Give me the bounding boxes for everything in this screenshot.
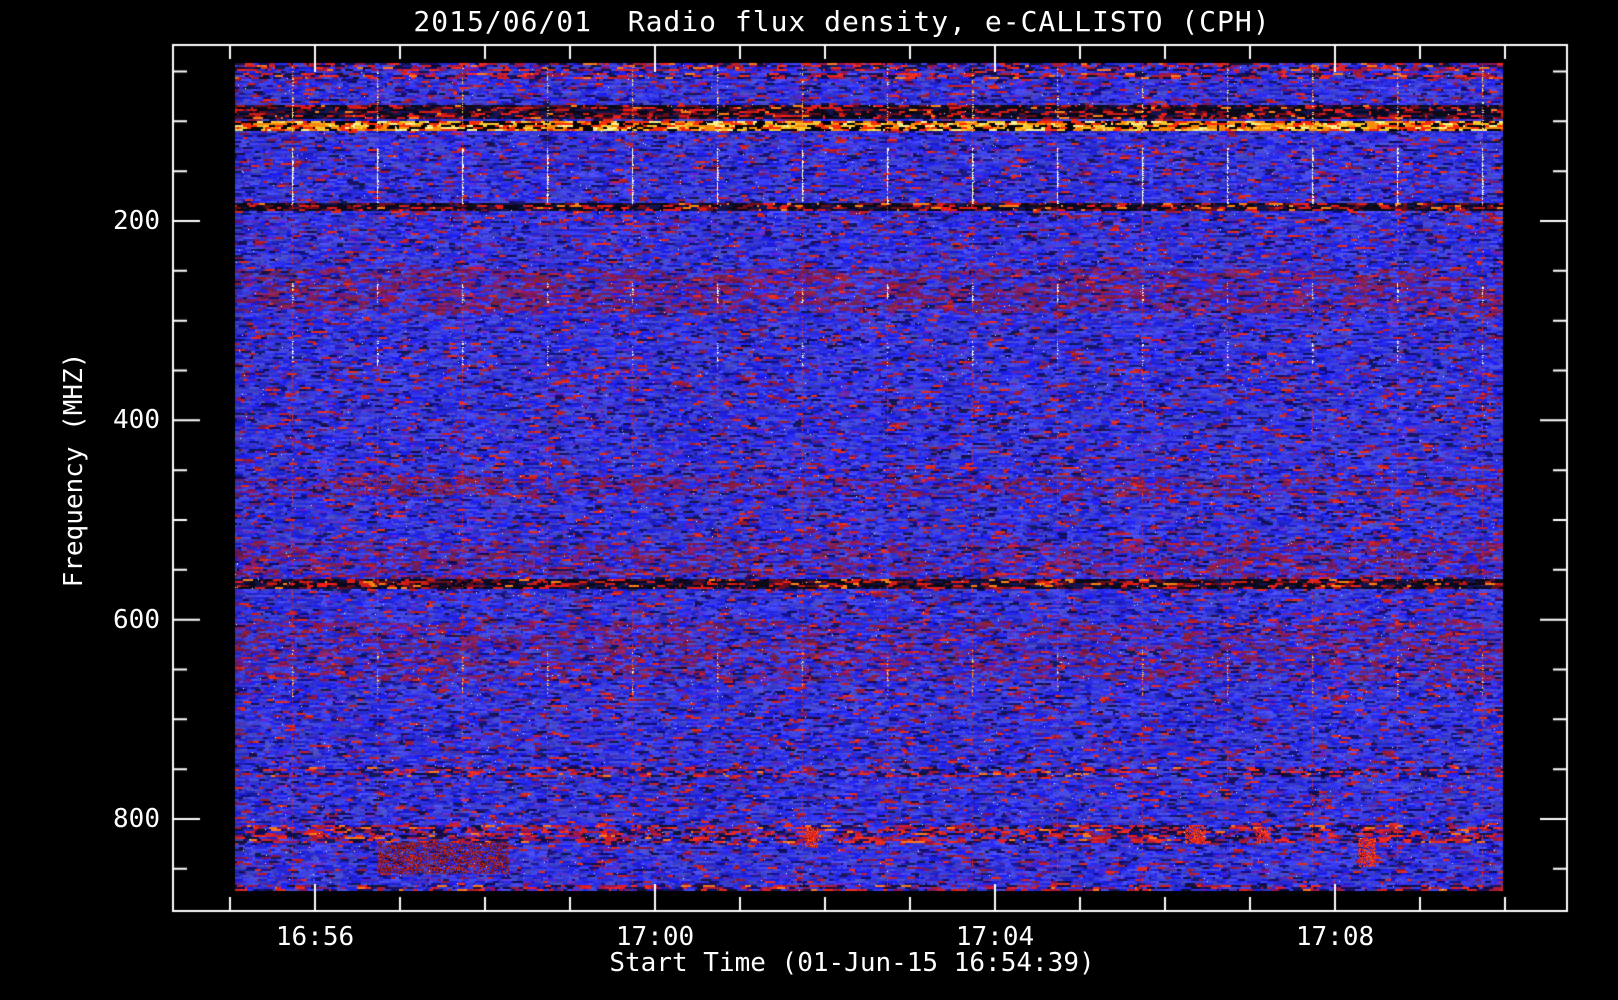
y-tick-label-600: 600 bbox=[113, 605, 160, 635]
y-axis-label: Frequency (MHZ) bbox=[59, 352, 89, 588]
y-tick-label-800: 800 bbox=[113, 804, 160, 834]
x-tick-label-16-56: 16:56 bbox=[275, 922, 355, 952]
x-tick-label-17-04: 17:04 bbox=[955, 922, 1035, 952]
spectrogram-page: { "chart_data": { "type": "heatmap", "ti… bbox=[0, 0, 1618, 1000]
y-tick-label-200: 200 bbox=[113, 206, 160, 236]
spectrogram-plot-canvas bbox=[0, 0, 1618, 1000]
x-axis-label: Start Time (01-Jun-15 16:54:39) bbox=[609, 948, 1095, 978]
x-tick-label-17-00: 17:00 bbox=[615, 922, 695, 952]
y-tick-label-400: 400 bbox=[113, 405, 160, 435]
x-tick-label-17-08: 17:08 bbox=[1295, 922, 1375, 952]
chart-title: 2015/06/01 Radio flux density, e-CALLIST… bbox=[413, 5, 1271, 38]
